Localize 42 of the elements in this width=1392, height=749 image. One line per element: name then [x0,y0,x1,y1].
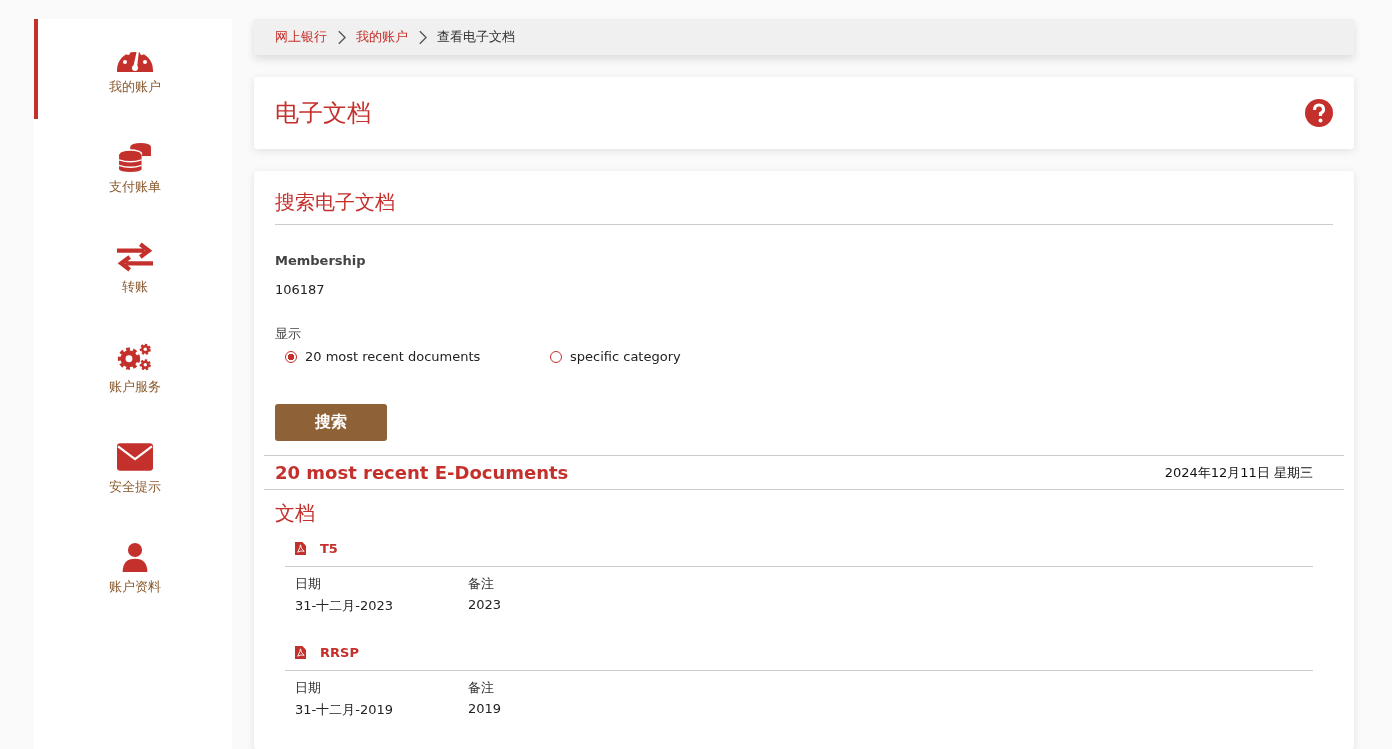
radio-button[interactable] [285,350,297,363]
section-title: 搜索电子文档 [275,189,1333,225]
field-label: 日期 [295,575,322,593]
field-label: 备注 [468,575,495,593]
help-icon[interactable] [1305,99,1333,128]
field-label: 显示 [275,325,302,343]
sidebar-item[interactable]: 账户资料 [34,519,232,619]
sidebar-item[interactable]: 支付账单 [34,119,232,219]
field-label: Membership [275,253,367,268]
breadcrumb-link[interactable]: 网上银行 [275,28,327,47]
sidebar-item[interactable]: 安全提示 [34,419,232,519]
document-link[interactable]: T5 [320,541,338,556]
membership-value: 106187 [275,282,326,297]
field-label: 日期 [295,679,322,697]
radio-label: specific category [570,349,681,364]
sidebar-item[interactable]: 转账 [34,219,232,319]
pdf-file-icon [295,542,306,555]
pdf-file-icon [295,646,306,659]
radio-label: 20 most recent documents [305,349,481,364]
envelope-icon [117,442,153,472]
chevron-right-icon [418,29,427,45]
document-note: 2019 [468,701,503,718]
coins-icon [117,142,153,172]
breadcrumb-link[interactable]: 我的账户 [356,28,408,47]
document-link[interactable]: RRSP [320,645,359,660]
radio-option[interactable]: 20 most recent documents [285,349,550,364]
document-date: 31-十二月-2019 [295,701,394,719]
current-date: 2024年12月11日 星期三 [1164,463,1313,482]
sidebar-item[interactable]: 账户服务 [34,319,232,419]
chevron-right-icon [337,29,346,45]
document-date: 31-十二月-2023 [295,597,394,615]
current-page-label: 查看电子文档 [437,28,515,47]
radio-option[interactable]: specific category [550,349,815,364]
gears-icon [117,342,153,372]
document-note: 2023 [468,597,503,614]
results-title: 20 most recent E-Documents [275,462,569,483]
sidebar-item[interactable]: 我的账户 [34,19,232,119]
transfer-arrows-icon [117,242,153,272]
page-title: 电子文档 [275,98,371,130]
search-button[interactable]: 搜索 [275,404,387,441]
section-title: 文档 [275,500,316,527]
field-label: 备注 [468,679,495,697]
